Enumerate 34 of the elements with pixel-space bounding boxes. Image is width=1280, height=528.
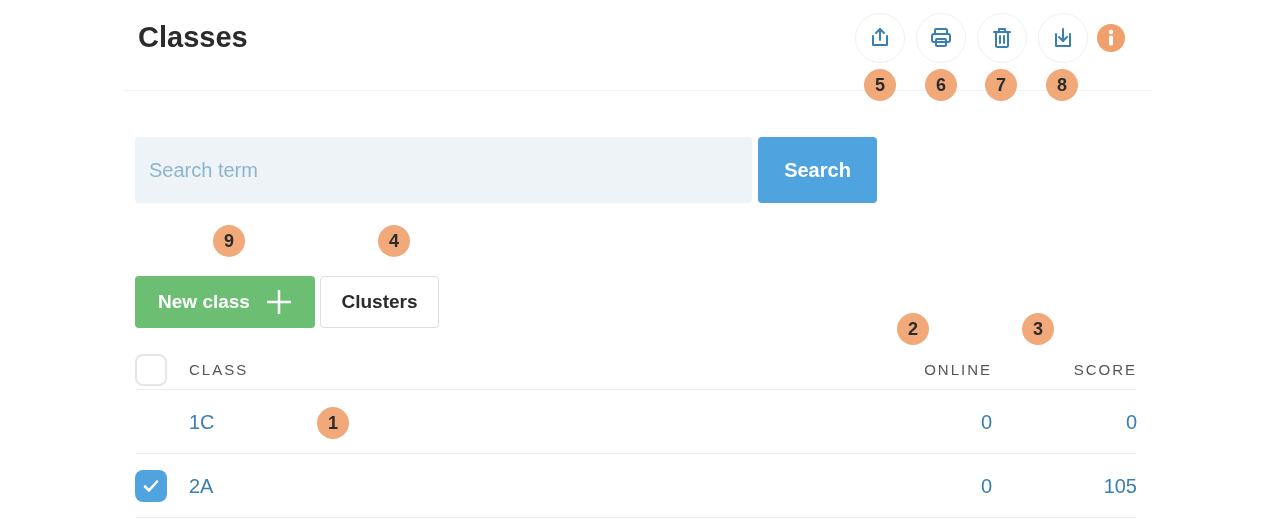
page-title: Classes [138,20,248,55]
class-link[interactable]: 2A [189,474,214,497]
trash-button[interactable] [977,13,1027,63]
upload-icon [869,27,891,49]
column-header: CLASS [189,361,249,378]
number-badge: 4 [378,225,410,257]
column-header: SCORE [1073,361,1137,378]
download-icon [1052,27,1074,49]
new-class-button[interactable]: New class [135,276,315,328]
number-badge: 6 [925,69,957,101]
number-badge: 1 [317,407,349,439]
trash-icon [991,27,1013,49]
upload-button[interactable] [855,13,905,63]
number-badge: 5 [864,69,896,101]
printer-icon [930,27,952,49]
table-cell: 0 [980,474,992,497]
column-header: ONLINE [924,361,992,378]
table-cell: 0 [980,410,992,433]
class-link[interactable]: 1C [189,410,215,433]
search-button[interactable]: Search [758,137,877,203]
table-cell: 105 [1103,474,1137,497]
number-badge: 9 [213,225,245,257]
download-button[interactable] [1038,13,1088,63]
table-cell: 0 [1125,410,1137,433]
clusters-button[interactable]: Clusters [320,276,439,328]
checkbox[interactable] [135,354,167,386]
plus-icon [265,289,292,315]
search-field[interactable]: Search term [135,137,752,203]
checkbox[interactable] [135,469,167,502]
number-badge: 3 [1022,313,1054,345]
number-badge: 2 [897,313,929,345]
number-badge: 7 [985,69,1017,101]
number-badge: 8 [1046,69,1078,101]
printer-button[interactable] [916,13,966,63]
